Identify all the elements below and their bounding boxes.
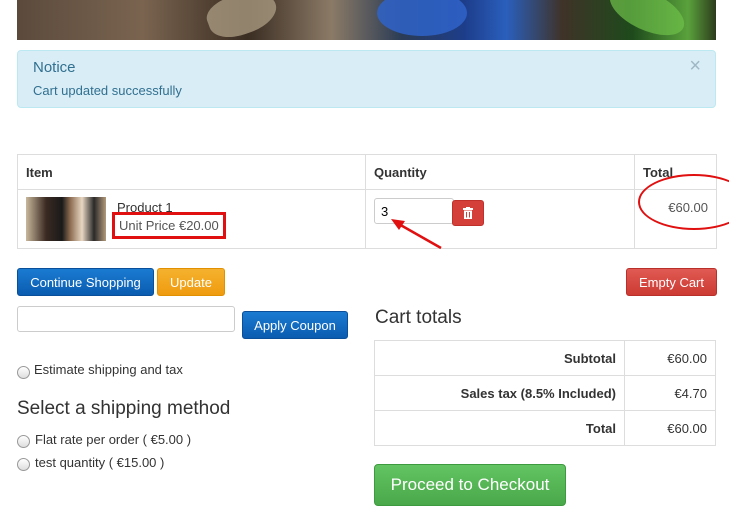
header-item: Item [17,154,366,190]
subtotal-value: €60.00 [624,340,716,376]
cart-totals-table: Subtotal €60.00 Sales tax (8.5% Included… [374,340,716,446]
subtotal-label: Subtotal [374,340,625,376]
header-quantity: Quantity [365,154,635,190]
annotation-arrow-icon [391,219,442,250]
total-cell: €60.00 [634,174,729,249]
sales-tax-label: Sales tax (8.5% Included) [374,375,625,411]
estimate-shipping-radio[interactable] [17,366,30,379]
trash-icon [463,207,473,219]
notice-title: Notice [33,59,76,76]
sales-tax-value: €4.70 [624,375,716,411]
cart-totals-heading: Cart totals [375,307,462,328]
proceed-to-checkout-button[interactable]: Proceed to Checkout [374,464,566,506]
total-value: €60.00 [624,410,716,446]
totals-row: Sales tax (8.5% Included) €4.70 [374,375,716,411]
notice-message: Cart updated successfully [33,83,182,98]
quantity-cell [365,189,635,250]
table-row: Product 1 Unit Price €20.00 €60.00 [17,174,729,250]
line-total: €60.00 [668,200,708,215]
item-cell: Product 1 Unit Price €20.00 [17,189,366,249]
estimate-shipping-label[interactable]: Estimate shipping and tax [34,362,183,377]
product-thumbnail[interactable] [26,197,106,241]
close-icon[interactable]: × [689,55,701,78]
shipping-option-label[interactable]: Flat rate per order ( €5.00 ) [35,432,191,447]
cart-table: Item Quantity Total Product 1 Unit Price… [17,154,729,250]
shipping-option-radio[interactable] [17,458,30,471]
coupon-input[interactable] [17,306,235,332]
empty-cart-button[interactable]: Empty Cart [626,268,717,296]
hero-banner-image [17,0,716,40]
totals-row: Subtotal €60.00 [374,340,716,376]
remove-item-button[interactable] [452,200,484,226]
shipping-option-radio[interactable] [17,435,30,448]
update-cart-button[interactable]: Update [157,268,225,296]
notice-alert: Notice Cart updated successfully × [17,50,716,108]
continue-shopping-button[interactable]: Continue Shopping [17,268,154,296]
cart-header-row: Item Quantity Total [17,154,717,190]
unit-price: Unit Price €20.00 [112,212,226,239]
totals-row: Total €60.00 [374,410,716,446]
apply-coupon-button[interactable]: Apply Coupon [242,311,348,339]
shipping-method-heading: Select a shipping method [17,398,231,419]
shipping-option-label[interactable]: test quantity ( €15.00 ) [35,455,164,470]
total-label: Total [374,410,625,446]
